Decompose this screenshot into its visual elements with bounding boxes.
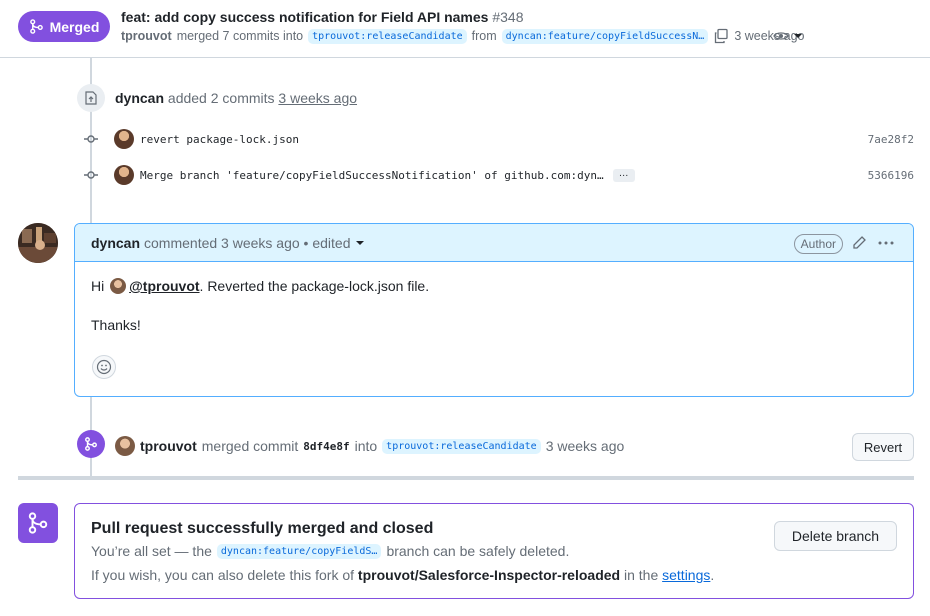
avatar[interactable] [114, 165, 134, 185]
commit-sha[interactable]: 5366196 [868, 169, 914, 182]
merge-commit-sha[interactable]: 8df4e8f [303, 440, 349, 453]
chevron-down-icon [794, 34, 802, 38]
merged-status-label: Merged [49, 18, 100, 35]
comment-text: . Reverted the package-lock.json file. [199, 278, 430, 294]
author-badge: Author [793, 234, 843, 254]
commit-message[interactable]: Merge branch 'feature/copyFieldSuccessNo… [140, 169, 604, 182]
commit-message[interactable]: revert package-lock.json [140, 133, 299, 146]
smiley-icon [96, 359, 112, 375]
pencil-icon[interactable] [851, 235, 867, 251]
expand-commit-button[interactable]: … [612, 168, 635, 182]
chevron-down-icon[interactable] [356, 240, 365, 245]
pr-title-text: feat: add copy success notification for … [121, 9, 489, 25]
eye-icon [773, 32, 789, 40]
merged-line2-text: If you wish, you can also delete this fo… [91, 567, 355, 583]
git-commit-icon [82, 130, 100, 148]
comment-paragraph: Thanks! [91, 317, 141, 333]
head-branch-label[interactable]: dyncan:feature/copyFieldSuccessN… [501, 28, 709, 44]
commit-row: Merge branch 'feature/copyFieldSuccessNo… [82, 163, 922, 187]
pr-author-link[interactable]: tprouvot [121, 29, 172, 43]
merged-line2-text: in the [623, 567, 659, 583]
merged-line1-text: branch can be safely deleted. [386, 543, 570, 559]
fork-repo-name: tprouvot/Salesforce-Inspector-reloaded [357, 567, 621, 583]
merged-line1-text: You’re all set — the [91, 543, 212, 559]
merge-event-action: merged commit [201, 438, 299, 454]
merge-event-time[interactable]: 3 weeks ago [546, 438, 625, 454]
merged-status-badge: Merged [18, 11, 110, 42]
pr-header: Merged feat: add copy success notificati… [0, 0, 930, 58]
copy-icon[interactable] [713, 28, 729, 44]
git-merge-icon [77, 430, 105, 458]
pr-merged-text: merged 7 commits into [176, 29, 304, 43]
settings-link[interactable]: settings [662, 567, 710, 583]
avatar [110, 278, 127, 294]
comment-body: Hi @tprouvot. Reverted the package-lock.… [75, 262, 913, 372]
avatar[interactable] [114, 129, 134, 149]
pr-number: #348 [492, 9, 524, 25]
commit-sha[interactable]: 7ae28f2 [868, 133, 914, 146]
pr-subtitle: tprouvot merged 7 commits into tprouvot:… [121, 28, 805, 44]
comment-actions [851, 235, 895, 251]
timeline-divider [18, 476, 914, 480]
add-reaction-button[interactable] [92, 355, 116, 379]
comment-author[interactable]: dyncan [91, 235, 140, 251]
pr-title: feat: add copy success notification for … [121, 9, 524, 25]
revert-button[interactable]: Revert [852, 433, 914, 461]
comment-box: dyncan commented 3 weeks ago • edited Au… [74, 223, 914, 397]
comment-meta[interactable]: commented 3 weeks ago • edited [144, 235, 350, 251]
deletable-branch-label[interactable]: dyncan:feature/copyFieldS… [216, 543, 382, 559]
merge-target-branch[interactable]: tprouvot:releaseCandidate [382, 438, 541, 454]
merged-status-title: Pull request successfully merged and clo… [91, 520, 434, 537]
comment-greeting: Hi [91, 278, 105, 294]
base-branch-label[interactable]: tprouvot:releaseCandidate [308, 28, 467, 44]
merged-status-line2: If you wish, you can also delete this fo… [91, 567, 714, 583]
merge-event-text: tprouvot merged commit 8df4e8f into tpro… [115, 436, 624, 456]
git-merge-icon [18, 503, 58, 543]
pr-from-text: from [471, 29, 497, 43]
push-icon [77, 84, 105, 112]
avatar[interactable] [115, 436, 135, 456]
merge-event-user[interactable]: tprouvot [140, 438, 197, 454]
git-merge-icon [29, 19, 43, 34]
user-mention-link[interactable]: @tprouvot [129, 278, 199, 294]
merged-status-box: Pull request successfully merged and clo… [74, 503, 914, 599]
watch-dropdown[interactable] [773, 28, 802, 44]
merged-status-line1: You’re all set — the dyncan:feature/copy… [91, 543, 569, 559]
git-commit-icon [82, 166, 100, 184]
commits-event-text: dyncan added 2 commits 3 weeks ago [115, 90, 357, 106]
comment-header: dyncan commented 3 weeks ago • edited Au… [75, 224, 913, 262]
merge-event-into: into [354, 438, 378, 454]
kebab-icon[interactable] [877, 235, 895, 251]
commit-row: revert package-lock.json 7ae28f2 [82, 127, 922, 151]
comment-paragraph: Hi @tprouvot. Reverted the package-lock.… [91, 278, 897, 295]
delete-branch-button[interactable]: Delete branch [774, 521, 897, 551]
merged-line2-end: . [710, 567, 715, 583]
commits-event-action: added 2 commits [167, 90, 275, 106]
commits-event-time[interactable]: 3 weeks ago [278, 90, 357, 106]
commits-event-user[interactable]: dyncan [115, 90, 164, 106]
avatar[interactable] [18, 223, 58, 263]
